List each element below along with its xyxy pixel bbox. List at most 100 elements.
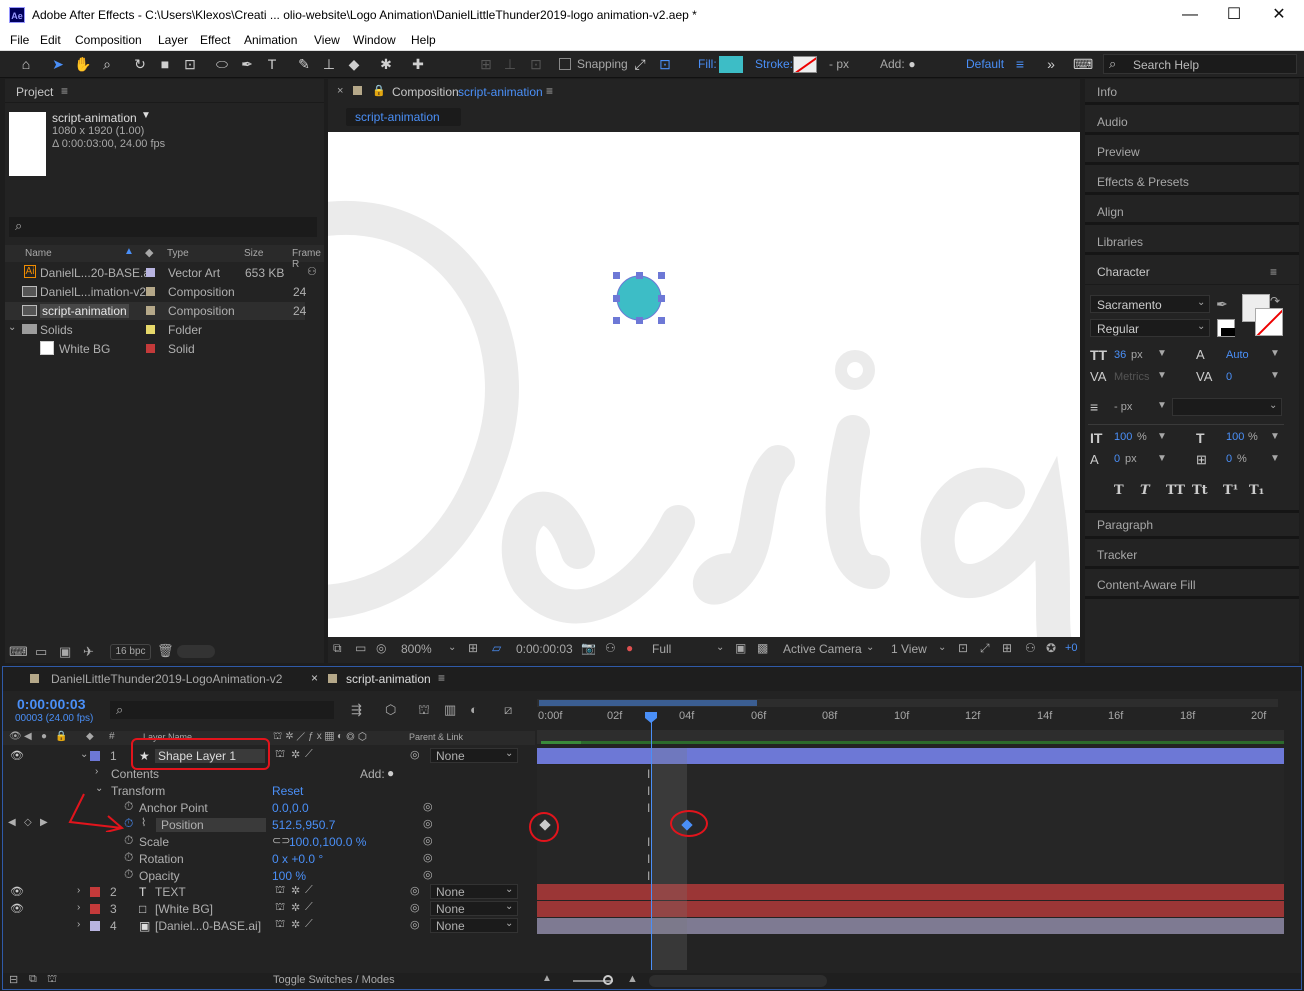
chevron-right-icon[interactable]: › <box>77 902 80 913</box>
quality-switch-icon[interactable]: ⟋ <box>305 918 313 931</box>
close-panel-icon[interactable]: × <box>337 85 343 97</box>
prev-keyframe-icon[interactable]: ◀ <box>8 817 16 828</box>
expression-pickwhip-icon[interactable]: ◎ <box>423 817 433 830</box>
paragraph-panel-tab[interactable]: Paragraph <box>1097 518 1153 532</box>
time-zoom-handle[interactable] <box>603 975 613 985</box>
project-panel-menu-icon[interactable]: ≡ <box>61 84 68 98</box>
new-comp-icon[interactable]: ▣ <box>59 644 71 660</box>
timeline-menu-icon[interactable]: ≡ <box>438 671 445 685</box>
audio-panel-tab[interactable]: Audio <box>1097 115 1128 129</box>
parent-link-header[interactable]: Parent & Link <box>409 732 463 742</box>
motion-blur-icon[interactable]: ◐ <box>470 702 478 717</box>
puppet-pin-tool-icon[interactable]: ✚ <box>408 54 428 74</box>
superscript-button[interactable]: T¹ <box>1223 483 1238 498</box>
zoom-dropdown-icon[interactable]: ⌄ <box>448 642 456 653</box>
label-color-swatch[interactable] <box>146 325 155 334</box>
interpret-footage-icon[interactable]: ⌨ <box>9 644 28 660</box>
stopwatch-icon[interactable]: ⏱ <box>124 850 133 865</box>
project-settings-icon[interactable]: ✈ <box>83 644 94 660</box>
tsume-value[interactable]: 0 <box>1226 453 1232 465</box>
subscript-button[interactable]: T₁ <box>1249 483 1264 498</box>
menu-view[interactable]: View <box>314 33 340 47</box>
parent-select[interactable]: None ⌄ <box>430 901 518 916</box>
graph-editor-icon[interactable]: ⧄ <box>504 702 512 718</box>
stroke-style-select[interactable]: ⌄ <box>1172 398 1282 416</box>
quality-switch-icon[interactable]: ⟋ <box>305 901 313 914</box>
swap-colors-icon[interactable]: ↷ <box>1270 294 1280 308</box>
label-color-swatch[interactable] <box>146 268 155 277</box>
transform-reset[interactable]: Reset <box>272 784 303 798</box>
col-name[interactable]: Name <box>25 248 52 259</box>
label-color-swatch[interactable] <box>146 287 155 296</box>
pickwhip-icon[interactable]: ◎ <box>410 884 420 897</box>
snap-target-icon[interactable]: ⊡ <box>655 54 675 74</box>
menu-help[interactable]: Help <box>411 33 436 47</box>
view-dropdown-icon[interactable]: ⌄ <box>938 642 946 653</box>
project-scroll[interactable] <box>177 645 215 658</box>
quality-switch-icon[interactable]: ⟋ <box>305 748 313 761</box>
in-out-toggle-icon[interactable]: ⛫ <box>47 973 57 987</box>
toggle-switches-modes-button[interactable]: Toggle Switches / Modes <box>273 974 395 986</box>
snapshot-icon[interactable]: 📷 <box>581 641 596 655</box>
sync-settings-icon[interactable]: ⌨ <box>1073 54 1093 74</box>
layer-label-swatch[interactable] <box>90 887 100 897</box>
menu-effect[interactable]: Effect <box>200 33 230 47</box>
property-value[interactable]: 512.5,950.7 <box>272 818 335 832</box>
vr-icon[interactable]: ◎ <box>376 641 386 655</box>
transparency-grid-icon[interactable]: ▩ <box>757 641 768 655</box>
add-menu-icon[interactable]: ● <box>387 766 394 780</box>
camera-value[interactable]: Active Camera <box>783 642 862 656</box>
content-aware-fill-panel-tab[interactable]: Content-Aware Fill <box>1097 578 1195 592</box>
roto-brush-tool-icon[interactable]: ✱ <box>376 54 396 74</box>
chevron-down-icon[interactable]: ▼ <box>1270 348 1280 359</box>
shy-switch-icon[interactable]: ⛫ <box>275 748 285 762</box>
eye-icon[interactable]: 👁 <box>10 902 24 915</box>
stroke-color-swatch[interactable] <box>1255 308 1283 336</box>
camera-tool-icon[interactable]: ■ <box>155 54 175 74</box>
chevron-down-icon[interactable]: ▼ <box>1270 453 1280 464</box>
expression-pickwhip-icon[interactable]: ◎ <box>423 851 433 864</box>
collapse-switch-icon[interactable]: ✲ <box>291 884 300 897</box>
menu-animation[interactable]: Animation <box>244 33 297 47</box>
menu-composition[interactable]: Composition <box>75 33 142 47</box>
project-panel-title[interactable]: Project <box>16 85 53 99</box>
layer-row[interactable]: 👁 ⌄ 1 ★ Shape Layer 1 ⛫ ✲ ⟋ ◎ None ⌄ <box>5 748 535 765</box>
project-item-row[interactable]: White BG Solid <box>5 340 305 358</box>
property-value[interactable]: 100 % <box>272 869 306 883</box>
kerning-value[interactable]: Metrics <box>1114 371 1149 383</box>
reset-exposure-icon[interactable]: ✪ <box>1046 641 1056 655</box>
draft-3d-icon[interactable]: ⬡ <box>385 702 396 718</box>
zoom-value[interactable]: 800% <box>401 642 432 656</box>
constrain-proportions-icon[interactable]: ⊂⊃ <box>272 834 290 847</box>
chevron-right-icon[interactable]: › <box>77 919 80 930</box>
project-comp-name[interactable]: script-animation <box>52 111 137 125</box>
baseline-value[interactable]: 0 <box>1114 453 1120 465</box>
layer-switches-toggle-icon[interactable]: ⊟ <box>9 973 18 986</box>
chevron-right-icon[interactable]: › <box>95 766 98 777</box>
project-search-input[interactable]: ⌕ <box>9 217 317 237</box>
layer-label-swatch[interactable] <box>90 904 100 914</box>
layer-row[interactable]: › 4 ▣ [Daniel...0-BASE.ai] ⛫ ✲ ⟋ ◎ None ⌄ <box>5 918 535 935</box>
new-folder-icon[interactable]: ▭ <box>35 644 47 660</box>
preview-panel-tab[interactable]: Preview <box>1097 145 1140 159</box>
more-workspaces-icon[interactable]: » <box>1041 54 1061 74</box>
shy-switch-icon[interactable]: ⛫ <box>275 901 285 915</box>
fast-preview-icon[interactable]: ⤢ <box>980 641 990 656</box>
font-size-value[interactable]: 36 <box>1114 349 1126 361</box>
stroke-swatch[interactable] <box>793 56 817 73</box>
property-value[interactable]: 100.0,100.0 % <box>289 835 366 849</box>
mask-visibility-icon[interactable]: ▱ <box>492 641 501 655</box>
comp-dropdown-icon[interactable]: ▼ <box>141 110 151 121</box>
chevron-down-icon[interactable]: ▼ <box>1270 370 1280 381</box>
stroke-width[interactable]: - px <box>829 57 849 71</box>
pan-behind-tool-icon[interactable]: ⊡ <box>180 54 200 74</box>
font-family-select[interactable]: Sacramento ⌄ <box>1090 295 1210 313</box>
toggle-pixel-aspect-icon[interactable]: ⊡ <box>958 641 968 655</box>
snapping-checkbox[interactable] <box>559 58 571 70</box>
expression-pickwhip-icon[interactable]: ◎ <box>423 800 433 813</box>
comp-panel-name[interactable]: script-animation <box>458 85 543 99</box>
chevron-down-icon[interactable]: ▼ <box>1157 348 1167 359</box>
layer-row[interactable]: 👁 › 2 T TEXT ⛫ ✲ ⟋ ◎ None ⌄ <box>5 884 535 901</box>
project-item-row[interactable]: Ai DanielL...20-BASE.ai Vector Art 653 KB ⚇ <box>5 264 317 282</box>
delete-icon[interactable]: 🗑 <box>157 643 174 659</box>
